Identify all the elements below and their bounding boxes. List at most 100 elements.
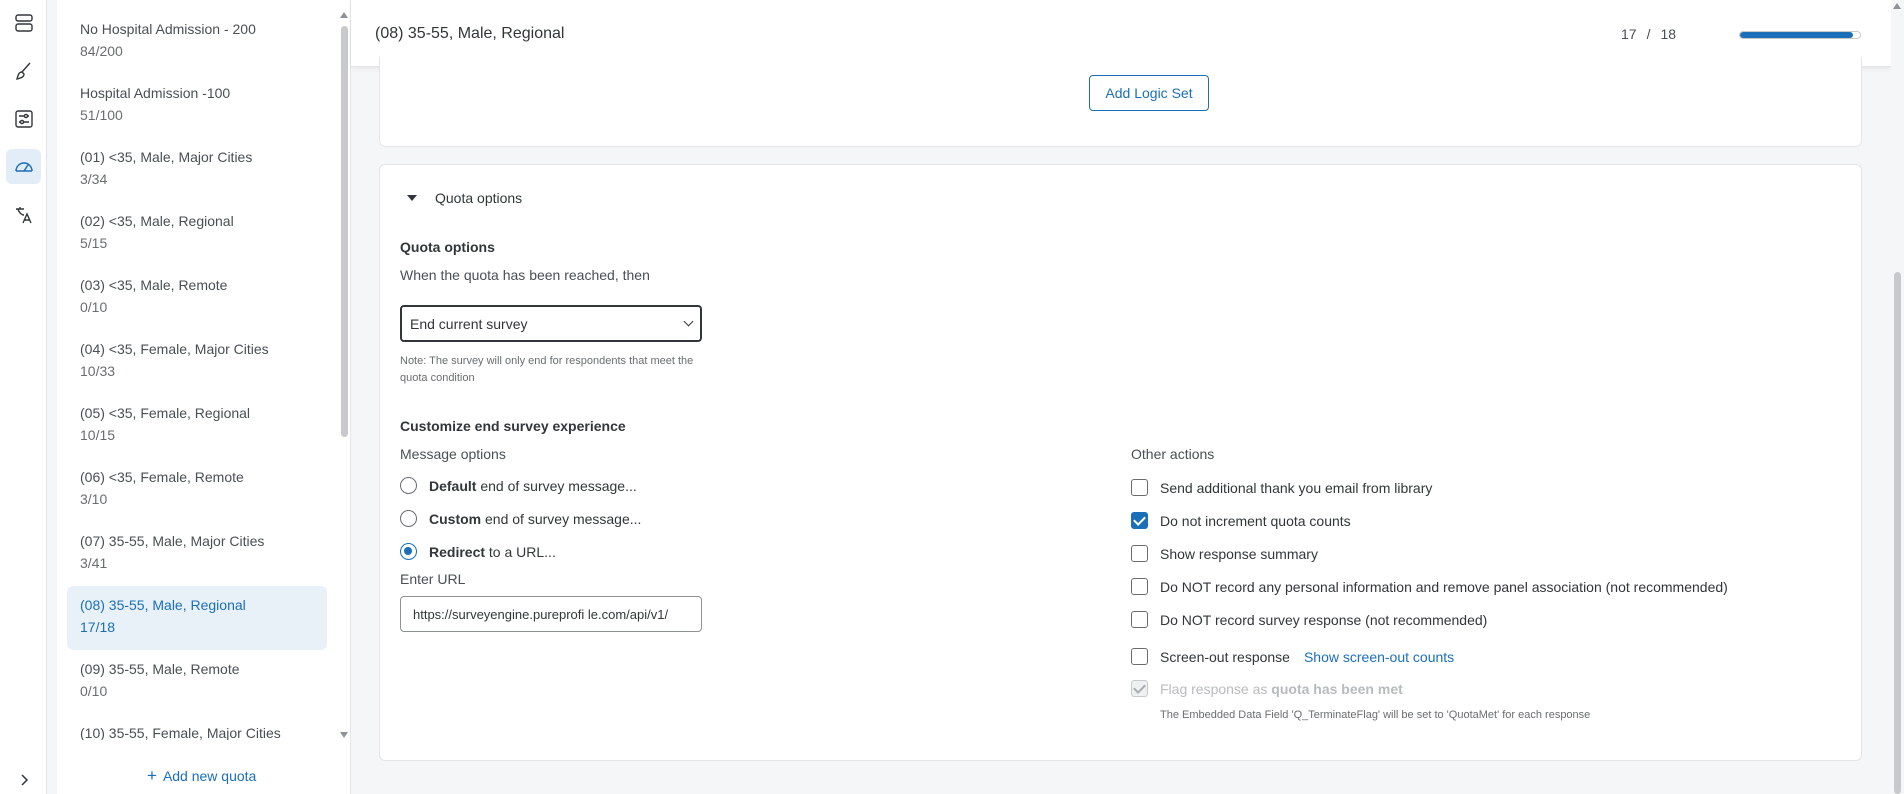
quota-list: No Hospital Admission - 200 84/200 Hospita… <box>67 10 327 740</box>
quota-list-item[interactable]: (05) <35, Female, Regional 10/15 <box>67 394 327 458</box>
scroll-down-arrow-icon[interactable] <box>340 732 348 738</box>
quota-note: Note: The survey will only end for respo… <box>400 355 694 384</box>
quota-list-scrollbar[interactable] <box>338 10 350 740</box>
survey-icon[interactable] <box>6 5 41 40</box>
checkbox[interactable] <box>1131 648 1148 665</box>
quota-count: 0/10 <box>80 299 108 315</box>
checkbox-label: Do not increment quota counts <box>1160 512 1351 529</box>
quota-name: (06) <35, Female, Remote <box>80 469 244 485</box>
quota-list-item[interactable]: (02) <35, Male, Regional 5/15 <box>67 202 327 266</box>
scroll-thumb[interactable] <box>341 26 348 437</box>
radio-default-message[interactable]: Default end of survey message... <box>400 477 637 494</box>
translate-icon[interactable] <box>6 197 41 232</box>
checkbox-label: Do NOT record survey response (not recom… <box>1160 611 1488 628</box>
checkbox-label: Screen-out response <box>1160 648 1290 665</box>
logic-card: Add Logic Set <box>379 57 1862 147</box>
checkbox[interactable] <box>1131 578 1148 595</box>
quota-progress-bar <box>1739 31 1861 39</box>
brush-icon[interactable] <box>6 53 41 88</box>
checkbox[interactable] <box>1131 611 1148 628</box>
main-content: Add Logic Set Quota options Quota option… <box>351 57 1891 794</box>
radio-label: Custom end of survey message... <box>429 510 642 527</box>
quota-options-toggle[interactable]: Quota options <box>407 190 522 206</box>
quota-list-item[interactable]: Hospital Admission -100 51/100 <box>67 74 327 138</box>
quota-list-item[interactable]: (08) 35-55, Male, Regional 17/18 <box>67 586 327 650</box>
quota-list-item[interactable]: (07) 35-55, Male, Major Cities 3/41 <box>67 522 327 586</box>
other-actions-label: Other actions <box>1131 446 1215 462</box>
quota-action-select[interactable]: End current survey <box>400 305 702 342</box>
quota-progress-text: 17 / 18 <box>1621 26 1676 42</box>
main-scrollbar[interactable] <box>1891 0 1904 794</box>
customize-heading: Customize end survey experience <box>400 418 626 434</box>
quota-name: (02) <35, Male, Regional <box>80 213 234 229</box>
checkbox[interactable] <box>1131 545 1148 562</box>
scroll-up-arrow-icon[interactable] <box>340 12 348 18</box>
quota-count: 17/18 <box>80 619 116 635</box>
add-logic-set-button[interactable]: Add Logic Set <box>1089 75 1209 111</box>
checkbox <box>1131 680 1148 697</box>
quota-current-count: 17 <box>1621 26 1637 42</box>
quota-name: (10) 35-55, Female, Major Cities <box>80 725 281 740</box>
redirect-url-input[interactable]: https://surveyengine.pureprofi le.com/ap… <box>400 596 702 632</box>
quota-panel: No Hospital Admission - 200 84/200 Hospita… <box>57 0 351 794</box>
quota-name: Hospital Admission -100 <box>80 85 231 101</box>
checkbox-label: Flag response as quota has been met <box>1160 680 1403 697</box>
quota-name: No Hospital Admission - 200 <box>80 21 256 37</box>
radio-button[interactable] <box>400 477 417 494</box>
quota-action-value: End current survey <box>410 315 528 332</box>
check-screen-out[interactable]: Screen-out response Show screen-out coun… <box>1131 648 1454 665</box>
add-new-quota-button[interactable]: + Add new quota <box>147 767 256 784</box>
quota-count: 84/200 <box>80 43 123 59</box>
radio-custom-message[interactable]: Custom end of survey message... <box>400 510 641 527</box>
quota-name: (04) <35, Female, Major Cities <box>80 341 269 357</box>
message-options-label: Message options <box>400 446 506 462</box>
check-show-summary[interactable]: Show response summary <box>1131 545 1318 562</box>
quota-name: (07) 35-55, Male, Major Cities <box>80 533 265 549</box>
quota-count: 10/15 <box>80 427 116 443</box>
quota-count: 3/34 <box>80 171 108 187</box>
quota-name: (05) <35, Female, Regional <box>80 405 251 421</box>
quota-count: 51/100 <box>80 107 123 123</box>
quotas-gauge-icon[interactable] <box>6 149 41 184</box>
quota-total-count: 18 <box>1660 26 1677 42</box>
quota-list-item[interactable]: (03) <35, Male, Remote 0/10 <box>67 266 327 330</box>
check-no-personal-info[interactable]: Do NOT record any personal information a… <box>1131 578 1728 595</box>
page-title: (08) 35-55, Male, Regional <box>375 25 565 42</box>
quota-name: (08) 35-55, Male, Regional <box>80 597 246 613</box>
quota-name: (01) <35, Male, Major Cities <box>80 149 253 165</box>
radio-redirect-url[interactable]: Redirect to a URL... <box>400 543 556 560</box>
quota-list-item[interactable]: (01) <35, Male, Major Cities 3/34 <box>67 138 327 202</box>
radio-label: Default end of survey message... <box>429 477 637 494</box>
checkbox[interactable] <box>1131 479 1148 496</box>
scroll-up-arrow-icon[interactable] <box>1893 3 1901 9</box>
left-rail <box>0 0 47 794</box>
show-screen-out-counts-link[interactable]: Show screen-out counts <box>1304 649 1454 665</box>
chevron-down-icon <box>683 316 694 327</box>
check-send-thank-you[interactable]: Send additional thank you email from lib… <box>1131 479 1432 496</box>
quota-count: 10/33 <box>80 363 116 379</box>
checkbox[interactable] <box>1131 512 1148 529</box>
check-flag-quota-met: Flag response as quota has been met <box>1131 680 1403 697</box>
quota-name: (03) <35, Male, Remote <box>80 277 228 293</box>
quota-options-heading: Quota options <box>400 239 495 255</box>
quota-name: (09) 35-55, Male, Remote <box>80 661 240 677</box>
quota-list-item[interactable]: No Hospital Admission - 200 84/200 <box>67 10 327 74</box>
survey-options-icon[interactable] <box>6 101 41 136</box>
radio-button[interactable] <box>400 510 417 527</box>
quota-list-item[interactable]: (04) <35, Female, Major Cities 10/33 <box>67 330 327 394</box>
radio-button[interactable] <box>400 543 417 560</box>
quota-options-toggle-label: Quota options <box>435 190 523 206</box>
quota-count: 3/41 <box>80 555 108 571</box>
quota-separator: / <box>1646 26 1651 42</box>
quota-list-item[interactable]: (06) <35, Female, Remote 3/10 <box>67 458 327 522</box>
quota-options-card: Quota options Quota options When the quo… <box>379 164 1862 761</box>
check-no-record-response[interactable]: Do NOT record survey response (not recom… <box>1131 611 1487 628</box>
quota-count: 5/15 <box>80 235 108 251</box>
chevron-right-icon[interactable] <box>6 762 41 794</box>
checkbox-label: Show response summary <box>1160 545 1318 562</box>
quota-list-item[interactable]: (09) 35-55, Male, Remote 0/10 <box>67 650 327 714</box>
check-do-not-increment[interactable]: Do not increment quota counts <box>1131 512 1351 529</box>
quota-list-item[interactable]: (10) 35-55, Female, Major Cities <box>67 714 327 740</box>
scroll-thumb[interactable] <box>1894 272 1901 794</box>
quota-progress-fill <box>1740 32 1854 38</box>
